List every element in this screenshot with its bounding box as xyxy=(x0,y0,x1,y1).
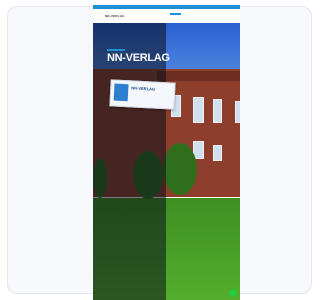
nav-active-indicator xyxy=(170,13,181,15)
hero-building-roof xyxy=(157,71,240,81)
sign-logo-block xyxy=(113,83,129,102)
site-logo[interactable]: NN-VERLAG xyxy=(105,14,125,18)
hero-accent-line xyxy=(107,49,125,51)
hero-overlay xyxy=(93,23,166,300)
hero-section: NN-VERLAG NN-VERLAG xyxy=(93,23,240,300)
building-window xyxy=(235,101,240,123)
company-sign-image: NN-VERLAG xyxy=(109,79,176,110)
sign-title: NN-VERLAG xyxy=(131,85,156,92)
hero-bush xyxy=(163,143,197,195)
whatsapp-chat-icon[interactable] xyxy=(229,289,237,297)
building-window xyxy=(213,99,222,123)
site-header: NN-VERLAG xyxy=(93,9,240,24)
building-window xyxy=(213,145,222,161)
hero-title: NN-VERLAG xyxy=(107,52,170,64)
building-window xyxy=(193,97,204,123)
website-preview[interactable]: NN-VERLAG NN-VERLAG NN-VERLAG xyxy=(93,5,240,300)
